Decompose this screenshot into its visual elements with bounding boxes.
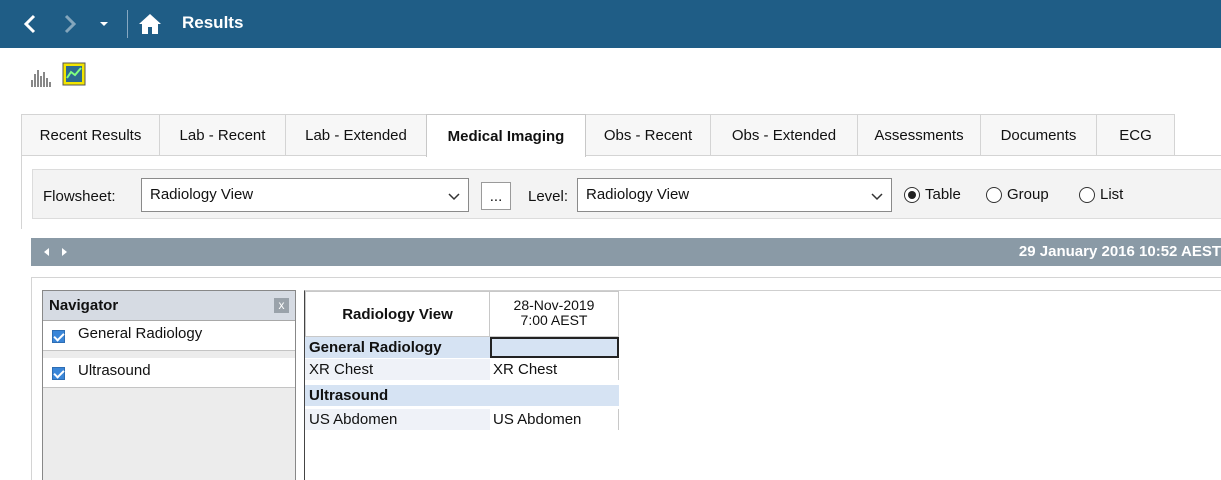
radio-label: List (1100, 186, 1124, 203)
grid-header-time: 7:00 AEST (520, 312, 588, 328)
row-value[interactable] (490, 337, 619, 358)
home-icon[interactable] (138, 12, 162, 36)
tab-medical-imaging[interactable]: Medical Imaging (426, 114, 586, 157)
scroll-left-icon[interactable] (40, 245, 54, 259)
bar-chart-icon[interactable] (30, 66, 52, 88)
navigator-item-general-radiology[interactable]: General Radiology (43, 321, 295, 351)
table-row[interactable]: General Radiology (305, 337, 619, 358)
row-value[interactable]: US Abdomen (490, 409, 619, 430)
radio-label: Table (925, 186, 961, 203)
forward-arrow-icon[interactable] (58, 13, 80, 35)
checkbox-checked-icon[interactable] (52, 367, 65, 380)
tab-lab-extended[interactable]: Lab - Extended (285, 114, 427, 156)
flowsheet-label: Flowsheet: (43, 188, 116, 205)
table-row[interactable]: US Abdomen US Abdomen (305, 409, 619, 430)
flowsheet-select[interactable]: Radiology View (141, 178, 469, 212)
row-name: XR Chest (305, 359, 490, 380)
tab-documents[interactable]: Documents (980, 114, 1097, 156)
scroll-right-icon[interactable] (57, 245, 71, 259)
navigator-title: Navigator (49, 297, 119, 314)
chevron-down-icon (448, 193, 460, 201)
row-value[interactable]: XR Chest (490, 359, 619, 380)
chevron-down-icon (871, 193, 883, 201)
row-name: Ultrasound (305, 385, 490, 406)
title-separator (127, 10, 128, 38)
row-value[interactable] (490, 385, 619, 406)
tab-obs-extended[interactable]: Obs - Extended (710, 114, 858, 156)
navigator-header: Navigator x (43, 291, 295, 321)
checkbox-checked-icon[interactable] (52, 330, 65, 343)
row-name: US Abdomen (305, 409, 490, 430)
level-label: Level: (528, 188, 569, 205)
dropdown-caret-icon[interactable] (96, 14, 112, 34)
tab-label: Lab - Extended (305, 127, 407, 144)
ellipsis-label: ... (489, 187, 503, 205)
back-arrow-icon[interactable] (20, 13, 42, 35)
radio-label: Group (1007, 186, 1049, 203)
grid-header-label: Radiology View (342, 305, 453, 323)
radio-dot-icon (904, 186, 920, 203)
radio-table[interactable]: Table (904, 186, 961, 203)
radio-group[interactable]: Group (986, 186, 1049, 203)
page-title: Results (182, 13, 244, 32)
tab-label: Recent Results (39, 127, 142, 144)
tab-label: Obs - Recent (603, 127, 693, 144)
tab-label: Medical Imaging (447, 127, 565, 145)
close-icon[interactable]: x (274, 298, 289, 313)
grid-header-view[interactable]: Radiology View (305, 291, 490, 337)
tab-lab-recent[interactable]: Lab - Recent (159, 114, 286, 156)
grid-header-datetime[interactable]: 28-Nov-2019 7:00 AEST (490, 291, 619, 337)
tab-label: Assessments (874, 127, 964, 144)
flowsheet-toolbar: Flowsheet: Radiology View ... Level: Rad… (32, 169, 1221, 219)
navigator-panel: Navigator x General Radiology Ultrasound (42, 290, 296, 480)
radio-dot-icon (986, 186, 1002, 203)
current-datetime: 29 January 2016 10:52 AEST (1018, 243, 1221, 260)
table-row[interactable]: XR Chest XR Chest (305, 359, 619, 380)
row-name: General Radiology (305, 337, 490, 358)
title-bar: Results (0, 0, 1221, 48)
date-navigation-bar: 29 January 2016 10:52 AEST (31, 238, 1221, 266)
radio-list[interactable]: List (1079, 186, 1123, 203)
tab-obs-recent[interactable]: Obs - Recent (585, 114, 711, 156)
table-row[interactable]: Ultrasound (305, 385, 619, 406)
flowsheet-panel: Flowsheet: Radiology View ... Level: Rad… (21, 155, 1221, 229)
level-select-value: Radiology View (586, 186, 690, 203)
yellow-graph-icon[interactable] (62, 62, 86, 86)
level-select[interactable]: Radiology View (577, 178, 892, 212)
navigator-item-label: Ultrasound (78, 362, 151, 379)
tab-label: Lab - Recent (179, 127, 266, 144)
tab-label: Documents (1000, 127, 1077, 144)
flowsheet-browse-button[interactable]: ... (481, 182, 511, 210)
navigator-item-label: General Radiology (78, 325, 203, 342)
grid-header-date: 28-Nov-2019 (513, 297, 595, 313)
tab-label: ECG (1119, 127, 1152, 144)
tab-recent-results[interactable]: Recent Results (21, 114, 160, 156)
flowsheet-select-value: Radiology View (150, 186, 254, 203)
tab-assessments[interactable]: Assessments (857, 114, 981, 156)
tab-ecg[interactable]: ECG (1096, 114, 1175, 156)
tab-label: Obs - Extended (731, 127, 837, 144)
navigator-item-ultrasound[interactable]: Ultrasound (43, 358, 295, 388)
radio-dot-icon (1079, 186, 1095, 203)
